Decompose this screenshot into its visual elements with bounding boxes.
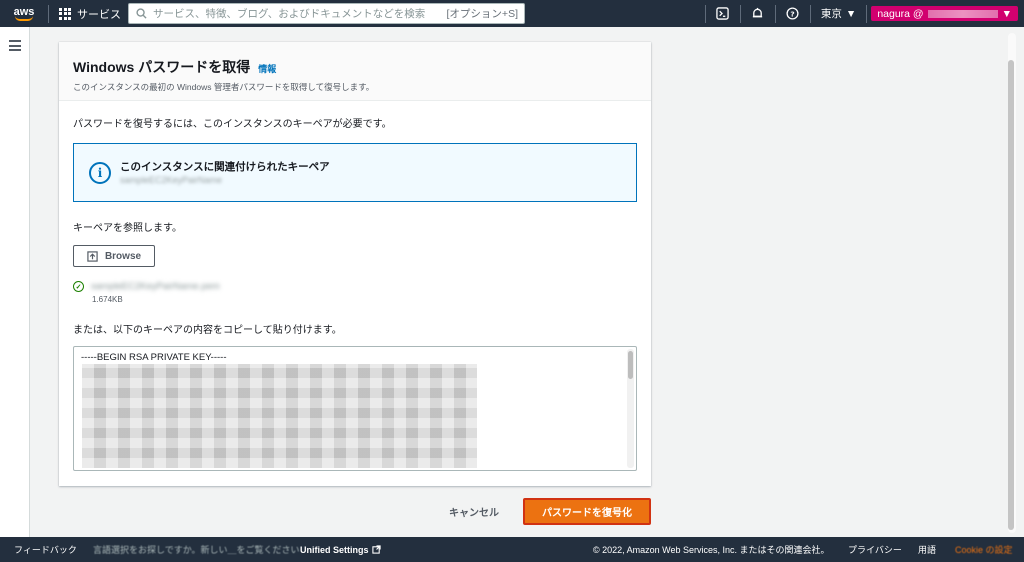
footer: フィードバック 言語選択をお探しですか。新しい＿をご覧ください Unified …	[0, 537, 1024, 562]
caret-down-icon: ▼	[1001, 7, 1012, 20]
info-icon: i	[89, 162, 111, 184]
search-input[interactable]: サービス、特徴、ブログ、およびドキュメントなどを検索 [オプション+S]	[128, 3, 525, 24]
feedback-link[interactable]: フィードバック	[14, 543, 77, 556]
alert-title: このインスタンスに関連付けられたキーペア	[120, 161, 330, 173]
info-link[interactable]: 情報	[258, 62, 276, 75]
cancel-button[interactable]: キャンセル	[440, 500, 508, 522]
search-placeholder: サービス、特徴、ブログ、およびドキュメントなどを検索	[153, 8, 426, 20]
file-name: sampleEC2KeyPairName.pem	[91, 281, 220, 292]
keypair-info-alert: i このインスタンスに関連付けられたキーペア sampleEC2KeyPairN…	[73, 143, 637, 202]
nav-right: ? 東京 ▼ nagura @ ▼	[704, 0, 1024, 27]
keypair-name: sampleEC2KeyPairName	[120, 175, 223, 185]
svg-text:?: ?	[791, 9, 795, 18]
unified-settings-label: Unified Settings	[300, 544, 369, 555]
page-title: Windows パスワードを取得	[73, 59, 251, 75]
copyright: © 2022, Amazon Web Services, Inc. またはその関…	[593, 545, 830, 555]
panel-header: Windows パスワードを取得 情報 このインスタンスの最初の Windows…	[59, 42, 651, 101]
browse-label: キーペアを参照します。	[73, 223, 182, 234]
cookie-settings-link[interactable]: Cookie の設定	[955, 543, 1013, 556]
account-menu[interactable]: nagura @ ▼	[871, 6, 1018, 21]
bell-icon[interactable]	[741, 0, 775, 27]
terms-link[interactable]: 用語	[918, 543, 936, 556]
browse-button-label: Browse	[104, 250, 142, 262]
key-required-text: パスワードを復号するには、このインスタンスのキーペアが必要です。	[73, 119, 392, 130]
region-label: 東京	[820, 8, 842, 20]
file-size: 1.674KB	[92, 295, 123, 304]
menu-icon[interactable]	[9, 40, 21, 54]
privacy-link[interactable]: プライバシー	[848, 543, 902, 556]
page-scrollbar-thumb[interactable]	[1008, 60, 1014, 530]
language-prompt: 言語選択をお探しですか。新しい＿をご覧ください	[93, 545, 300, 555]
panel-body: パスワードを復号するには、このインスタンスのキーペアが必要です。 i このインス…	[59, 101, 651, 471]
services-label: サービス	[77, 8, 121, 21]
side-nav-rail	[0, 27, 30, 537]
aws-logo[interactable]: aws	[0, 0, 48, 27]
redacted-key-content	[82, 364, 477, 468]
top-nav: aws サービス サービス、特徴、ブログ、およびドキュメントなどを検索 [オプシ…	[0, 0, 1024, 27]
caret-down-icon: ▼	[845, 7, 857, 20]
browse-button[interactable]: Browse	[73, 245, 155, 267]
textarea-scrollbar[interactable]	[627, 349, 634, 468]
nav-divider	[866, 4, 868, 23]
cloudshell-icon[interactable]	[706, 0, 740, 27]
panel-description: このインスタンスの最初の Windows 管理者パスワードを取得して復号します。	[73, 82, 375, 92]
region-selector[interactable]: 東京 ▼	[811, 6, 866, 21]
success-check-icon: ✓	[73, 281, 84, 292]
search-shortcut: [オプション+S]	[446, 8, 518, 20]
key-first-line: -----BEGIN RSA PRIVATE KEY-----	[81, 352, 227, 363]
upload-icon	[87, 250, 98, 262]
account-id-redacted	[927, 9, 998, 18]
decrypt-password-button[interactable]: パスワードを復号化	[523, 498, 651, 525]
account-name: nagura @	[877, 7, 924, 20]
selected-file: ✓ sampleEC2KeyPairName.pem	[73, 281, 637, 292]
aws-smile-icon	[15, 16, 33, 21]
unified-settings-link[interactable]: Unified Settings	[300, 545, 381, 555]
private-key-textarea[interactable]: -----BEGIN RSA PRIVATE KEY-----	[73, 346, 637, 471]
search-icon	[129, 8, 153, 19]
grid-icon	[59, 7, 71, 20]
get-windows-password-panel: Windows パスワードを取得 情報 このインスタンスの最初の Windows…	[59, 42, 651, 486]
external-link-icon	[371, 545, 381, 554]
services-menu-button[interactable]: サービス	[49, 0, 131, 27]
help-icon[interactable]: ?	[776, 0, 810, 27]
paste-label: または、以下のキーペアの内容をコピーして貼り付けます。	[73, 325, 342, 336]
